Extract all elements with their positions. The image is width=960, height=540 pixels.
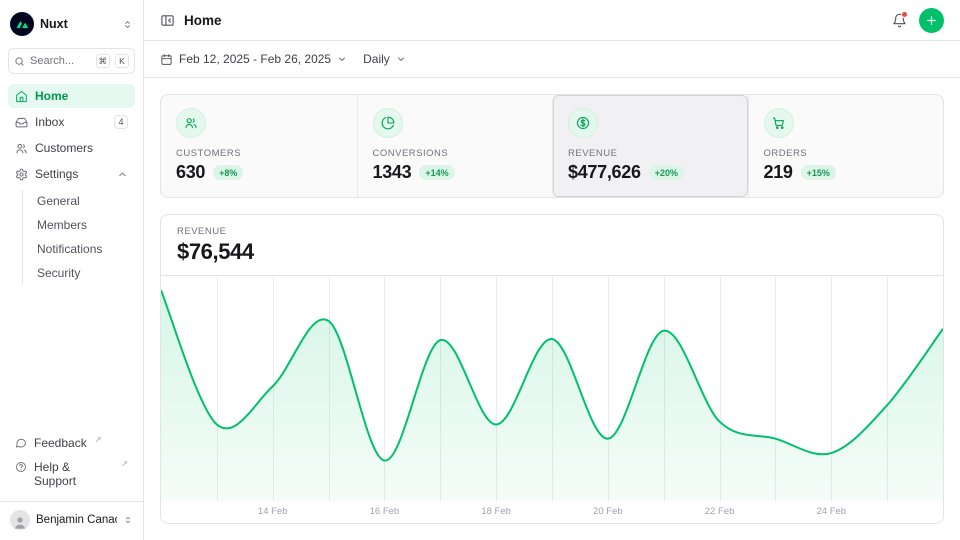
plus-icon [925,14,938,27]
chart-title: REVENUE [177,226,927,237]
chevron-up-down-icon [122,19,133,30]
sidebar-item-label: Settings [35,167,78,181]
revenue-chart-card: REVENUE $76,544 14 Feb 16 Feb 18 Feb 20 Feb… [160,214,944,524]
x-axis: 14 Feb 16 Feb 18 Feb 20 Feb 22 Feb 24 Feb [161,506,943,520]
notification-dot [901,11,908,18]
add-button[interactable] [919,8,944,33]
users-icon [15,142,28,155]
users-icon [176,108,206,138]
gear-icon [15,168,28,181]
search-placeholder: Search... [30,55,91,67]
feedback-label: Feedback [34,436,87,450]
stat-label: CUSTOMERS [176,148,342,159]
help-support-label: Help & Support [34,460,113,488]
sidebar-item-inbox[interactable]: Inbox 4 [8,110,135,134]
sidebar-item-home[interactable]: Home [8,84,135,108]
x-tick-label: 20 Feb [593,506,623,517]
help-circle-icon [15,461,27,473]
x-tick-label: 16 Feb [370,506,400,517]
avatar [10,510,30,530]
settings-sub-list: General Members Notifications Security [22,190,135,284]
sidebar-item-general[interactable]: General [31,190,135,212]
sidebar-item-label: Inbox [35,115,64,129]
nuxt-logo-icon [10,12,34,36]
kbd-k: K [115,54,129,68]
calendar-icon [160,53,173,66]
granularity-label: Daily [363,52,390,66]
stat-card-revenue[interactable]: REVENUE $477,626 +20% [552,95,748,197]
sidebar-item-notifications[interactable]: Notifications [31,238,135,260]
x-tick-label: 18 Feb [481,506,511,517]
message-bubble-icon [15,437,27,449]
notifications-button[interactable] [892,13,907,28]
sidebar-item-settings[interactable]: Settings [8,162,135,186]
area-line-svg [161,276,943,501]
chevron-down-icon [396,54,406,64]
dashboard-content: CUSTOMERS 630 +8% CONVERSIONS 1343 +14% [144,78,960,540]
revenue-area-chart[interactable]: 14 Feb 16 Feb 18 Feb 20 Feb 22 Feb 24 Feb [161,276,943,523]
dashboard-app: Nuxt Search... ⌘ K Home [0,0,960,540]
workspace-name: Nuxt [40,17,116,31]
shopping-cart-icon [764,108,794,138]
inbox-icon [15,116,28,129]
stat-value: 1343 [373,162,412,183]
stat-delta-badge: +15% [801,165,836,180]
chart-plot-area [161,276,943,501]
main-area: Home Feb 12, 2025 - Feb 26, 2025 [144,0,960,540]
stat-label: ORDERS [764,148,929,159]
stats-row: CUSTOMERS 630 +8% CONVERSIONS 1343 +14% [160,94,944,198]
stat-delta-badge: +8% [213,165,243,180]
stat-card-orders[interactable]: ORDERS 219 +15% [748,95,944,197]
sidebar-item-customers[interactable]: Customers [8,136,135,160]
stat-card-conversions[interactable]: CONVERSIONS 1343 +14% [357,95,553,197]
external-link-icon: ↗ [95,436,102,444]
home-icon [15,90,28,103]
workspace-switcher[interactable]: Nuxt [8,8,135,40]
feedback-link[interactable]: Feedback ↗ [8,433,135,453]
sidebar: Nuxt Search... ⌘ K Home [0,0,144,540]
sidebar-item-label: Customers [35,141,93,155]
x-tick-label: 22 Feb [705,506,735,517]
sidebar-nav: Home Inbox 4 Customers Settings [8,84,135,286]
chevron-up-down-icon [123,515,133,525]
stat-label: REVENUE [568,148,733,159]
header-actions [892,8,944,33]
stat-value: 630 [176,162,205,183]
top-header: Home [144,0,960,41]
x-tick-label: 14 Feb [258,506,288,517]
sidebar-item-members[interactable]: Members [31,214,135,236]
chevron-down-icon [337,54,347,64]
collapse-sidebar-button[interactable] [160,13,175,28]
stat-value: 219 [764,162,793,183]
user-menu[interactable]: Benjamin Canac [0,501,143,532]
page-title: Home [184,13,222,28]
inbox-count-badge: 4 [114,115,128,130]
stat-card-customers[interactable]: CUSTOMERS 630 +8% [161,95,357,197]
granularity-select[interactable]: Daily [363,52,406,66]
x-tick-label: 24 Feb [816,506,846,517]
stat-value: $477,626 [568,162,641,183]
external-link-icon: ↗ [121,460,128,468]
user-name: Benjamin Canac [36,514,117,526]
search-icon [14,56,25,67]
chart-pie-icon [373,108,403,138]
search-input[interactable]: Search... ⌘ K [8,48,135,74]
filters-toolbar: Feb 12, 2025 - Feb 26, 2025 Daily [144,41,960,78]
sidebar-item-security[interactable]: Security [31,262,135,284]
sidebar-item-label: Home [35,89,68,103]
chevron-up-icon [117,169,128,180]
chart-current-value: $76,544 [177,239,927,265]
circle-dollar-icon [568,108,598,138]
help-support-link[interactable]: Help & Support ↗ [8,457,135,491]
sidebar-spacer [8,290,135,429]
chart-header: REVENUE $76,544 [161,215,943,276]
stat-delta-badge: +14% [419,165,454,180]
date-range-label: Feb 12, 2025 - Feb 26, 2025 [179,52,331,66]
kbd-cmd: ⌘ [96,54,111,68]
date-range-picker[interactable]: Feb 12, 2025 - Feb 26, 2025 [160,52,347,66]
stat-label: CONVERSIONS [373,148,538,159]
stat-delta-badge: +20% [649,165,684,180]
